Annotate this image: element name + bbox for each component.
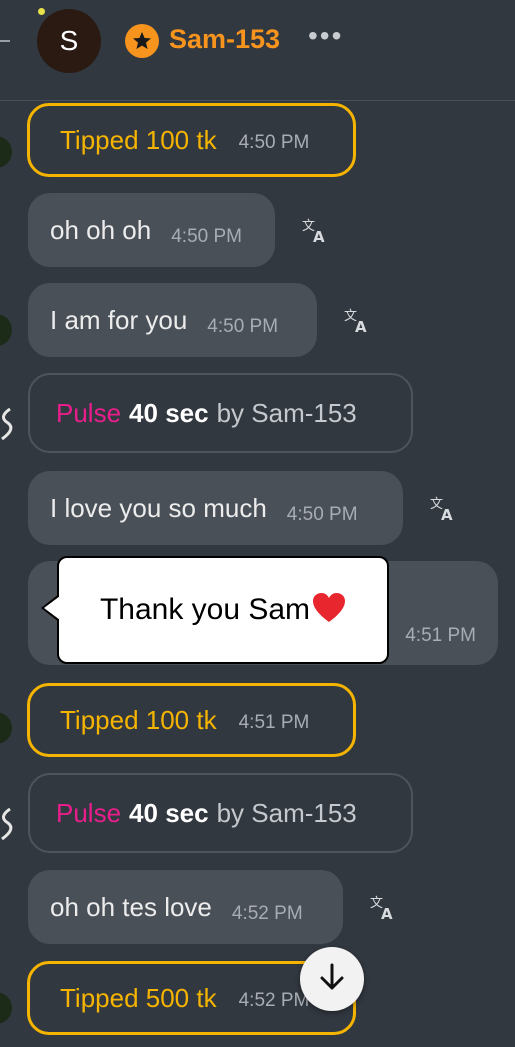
- message-time: 4:50 PM: [171, 226, 242, 247]
- svg-text:A: A: [313, 228, 325, 244]
- message-bubble[interactable]: I love you so much 4:50 PM: [28, 471, 403, 545]
- message-time: 4:50 PM: [207, 316, 279, 337]
- svg-text:A: A: [355, 318, 367, 334]
- heart-icon: [312, 592, 346, 629]
- sender-avatar: [0, 314, 12, 346]
- tip-text: Tipped 100 tk: [60, 124, 217, 155]
- pulse-keyword: Pulse: [56, 397, 122, 428]
- pulse-message[interactable]: Pulse 40 sec by Sam-153: [28, 773, 413, 853]
- message-time: 4:50 PM: [238, 132, 310, 153]
- popup-tail-inner: [44, 596, 60, 620]
- message-time: 4:52 PM: [231, 903, 303, 924]
- back-icon[interactable]: [0, 30, 18, 52]
- message-bubble[interactable]: I am for you 4:50 PM: [28, 283, 317, 357]
- message-text: I am for you: [50, 304, 188, 335]
- contact-name[interactable]: Sam-153: [169, 24, 280, 55]
- pulse-sender: by Sam-153: [216, 797, 357, 828]
- tip-text: Tipped 100 tk: [60, 704, 217, 735]
- message-time: 4:52 PM: [238, 990, 310, 1011]
- pulse-icon: [0, 805, 16, 845]
- message-text: I love you so much: [50, 492, 267, 523]
- svg-text:A: A: [441, 506, 453, 522]
- pulse-keyword: Pulse: [56, 797, 122, 828]
- scroll-down-button[interactable]: [300, 947, 364, 1011]
- thank-you-popup: Thank you Sam: [57, 556, 389, 664]
- avatar[interactable]: S: [37, 9, 101, 73]
- star-icon: [125, 24, 159, 58]
- avatar-letter: S: [59, 25, 79, 56]
- tip-message[interactable]: Tipped 100 tk 4:51 PM: [27, 683, 356, 757]
- sender-avatar: [0, 136, 12, 168]
- translate-icon[interactable]: 文A: [369, 893, 397, 923]
- pulse-duration: 40 sec: [129, 797, 209, 828]
- translate-icon[interactable]: 文A: [429, 494, 457, 524]
- pulse-icon: [0, 405, 16, 445]
- translate-icon[interactable]: 文A: [343, 306, 371, 336]
- message-text: oh oh tes love: [50, 891, 212, 922]
- message-bubble[interactable]: oh oh tes love 4:52 PM: [28, 870, 343, 944]
- online-indicator: [38, 8, 45, 15]
- translate-icon[interactable]: 文A: [301, 216, 329, 246]
- arrow-down-icon: [317, 962, 347, 997]
- popup-text: Thank you Sam: [99, 593, 311, 626]
- message-bubble[interactable]: oh oh oh 4:50 PM: [28, 193, 275, 267]
- tip-text: Tipped 500 tk: [60, 982, 217, 1013]
- tip-message[interactable]: Tipped 100 tk 4:50 PM: [27, 103, 356, 177]
- message-time: 4:51 PM: [405, 625, 476, 646]
- message-time: 4:51 PM: [238, 712, 310, 733]
- message-text: oh oh oh: [50, 214, 152, 245]
- pulse-duration: 40 sec: [129, 397, 209, 428]
- pulse-message[interactable]: Pulse 40 sec by Sam-153: [28, 373, 413, 453]
- more-icon[interactable]: •••: [308, 20, 343, 52]
- sender-avatar: [0, 712, 12, 744]
- sender-avatar: [0, 992, 12, 1024]
- svg-text:A: A: [381, 905, 393, 921]
- pulse-sender: by Sam-153: [216, 397, 357, 428]
- message-time: 4:50 PM: [286, 504, 358, 525]
- chat-header: S Sam-153 •••: [0, 0, 515, 101]
